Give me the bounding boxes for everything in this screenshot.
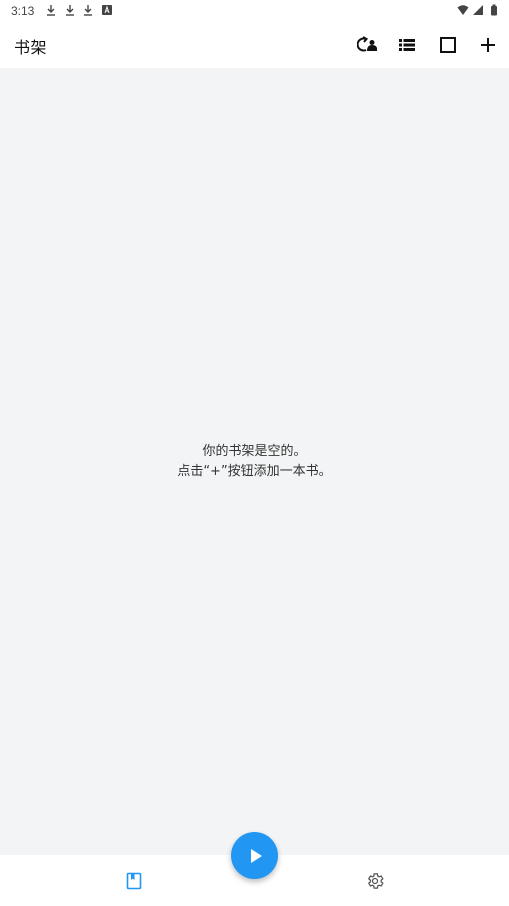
font-icon (102, 5, 112, 15)
square-icon (440, 37, 456, 53)
download-icon (84, 5, 92, 16)
sync-icon (357, 36, 377, 52)
signal-icon (473, 5, 483, 15)
settings-icon (367, 873, 384, 889)
wifi-icon (457, 5, 469, 15)
status-bar: 3:13 (0, 0, 509, 22)
play-button[interactable] (231, 832, 278, 879)
app-bar: 书架 (0, 22, 509, 68)
play-icon (250, 848, 262, 863)
empty-state-message: 你的书架是空的。 点击“+”按钮添加一本书。 (0, 442, 509, 482)
nav-settings[interactable] (363, 869, 387, 893)
add-icon (481, 38, 495, 52)
status-time: 3:13 (11, 4, 35, 18)
page-title: 书架 (14, 38, 48, 57)
battery-icon (491, 4, 497, 16)
download-icon (66, 5, 74, 16)
bookshelf-icon (126, 872, 142, 890)
download-icon (47, 5, 55, 16)
list-view-button[interactable] (394, 32, 420, 58)
empty-state-line-1: 你的书架是空的。 (202, 444, 307, 459)
list-view-icon (399, 39, 415, 51)
bookshelf-area: 你的书架是空的。 点击“+”按钮添加一本书。 (0, 68, 509, 855)
add-button[interactable] (475, 32, 501, 58)
app-screen: 3:13 书架 你的书架是空的。 点击“+”按钮添加一本书。 (0, 0, 509, 906)
nav-bookshelf[interactable] (122, 869, 146, 893)
empty-state-line-2: 点击“+”按钮添加一本书。 (177, 464, 332, 479)
sync-button[interactable] (355, 32, 381, 58)
select-button[interactable] (435, 32, 461, 58)
